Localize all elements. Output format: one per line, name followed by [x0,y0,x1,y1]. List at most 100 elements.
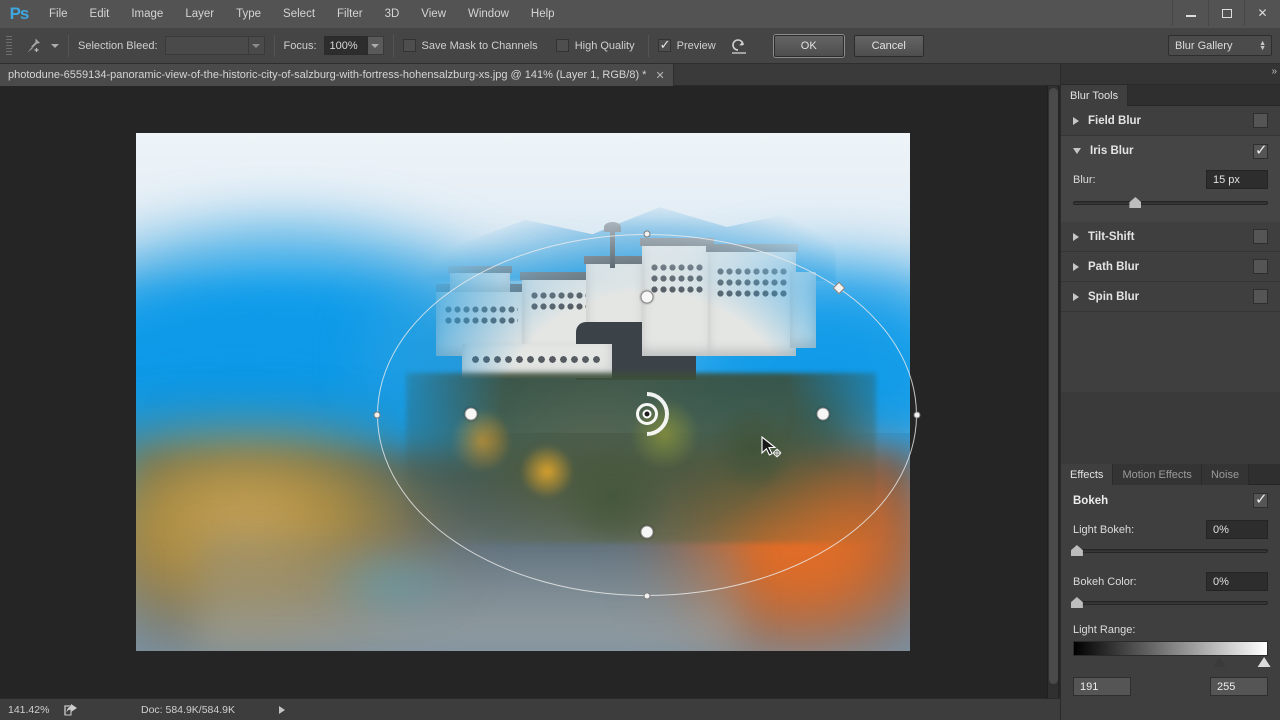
bokeh-color-label: Bokeh Color: [1073,575,1137,588]
cancel-button[interactable]: Cancel [853,34,924,57]
tab-motion-effects[interactable]: Motion Effects [1113,464,1202,485]
blur-tools-empty-space [1061,312,1280,392]
bokeh-label: Bokeh [1073,494,1109,507]
spin-blur-checkbox[interactable] [1253,289,1268,304]
path-blur-chevron-right-icon[interactable] [1073,262,1079,271]
dock-gap [1061,392,1280,464]
selection-bleed-input[interactable] [164,36,249,55]
document-tab[interactable]: photodune-6559134-panoramic-view-of-the-… [0,64,674,86]
preview-label: Preview [676,39,716,52]
focus-chevron-down-icon [371,43,380,48]
menu-view[interactable]: View [410,0,457,28]
iris-blur-checkbox[interactable] [1253,141,1268,160]
bokeh-checkbox[interactable] [1253,490,1268,509]
blur-tool-spin-blur[interactable]: Spin Blur [1061,282,1280,312]
selection-bleed-chevron-down-icon [252,43,260,48]
menu-layer[interactable]: Layer [174,0,225,28]
maximize-icon [1221,8,1232,18]
iris-blur-controls: Blur: 15 px [1061,166,1280,222]
document-tab-title: photodune-6559134-panoramic-view-of-the-… [8,69,647,81]
tilt-shift-label: Tilt-Shift [1088,230,1135,243]
field-blur-chevron-right-icon[interactable] [1073,116,1079,125]
blur-amount-slider[interactable] [1073,196,1268,210]
menu-select[interactable]: Select [272,0,326,28]
minimize-button[interactable] [1172,0,1208,26]
light-range-gradient[interactable] [1073,641,1268,656]
zoom-level[interactable]: 141.42% [8,704,64,716]
light-range-min-input[interactable]: 191 [1073,677,1131,696]
blur-tools-panel: Field Blur Iris Blur Blur: 15 px [1061,106,1280,392]
options-separator-4 [647,34,649,57]
blur-slider-thumb[interactable] [1129,197,1142,208]
bokeh-color-input[interactable]: 0% [1206,572,1268,591]
canvas-scrollbar-thumb[interactable] [1049,88,1058,684]
menu-edit[interactable]: Edit [79,0,121,28]
tab-effects[interactable]: Effects [1061,464,1114,485]
light-bokeh-input[interactable]: 0% [1206,520,1268,539]
blur-tool-iris-blur[interactable]: Iris Blur [1061,136,1280,166]
maximize-button[interactable] [1208,0,1244,26]
tool-preset-chevron-down-icon[interactable] [51,43,59,48]
save-mask-label: Save Mask to Channels [421,39,538,52]
menu-filter[interactable]: Filter [326,0,374,28]
save-mask-checkbox-box [402,39,416,52]
bokeh-color-slider-track [1073,601,1268,605]
menu-type[interactable]: Type [225,0,272,28]
menu-window[interactable]: Window [457,0,520,28]
light-bokeh-label: Light Bokeh: [1073,523,1135,536]
focus-input[interactable]: 100% [323,36,368,55]
light-bokeh-slider[interactable] [1070,544,1268,558]
light-bokeh-slider-thumb[interactable] [1070,545,1083,556]
light-range-max-input[interactable]: 255 [1210,677,1268,696]
blur-amount-label: Blur: [1073,173,1096,186]
high-quality-checkbox-box [555,39,569,52]
right-panel-dock: » Blur Tools Field Blur Iris Blur Blur: … [1060,64,1280,720]
preview-checkbox[interactable]: Preview [657,37,716,53]
effects-tabbar: Effects Motion Effects Noise [1061,464,1280,485]
photo-trees [406,373,876,543]
light-range-min-handle[interactable] [1212,657,1226,667]
share-icon[interactable] [64,703,79,716]
menu-help[interactable]: Help [520,0,566,28]
reset-button[interactable] [730,36,748,56]
close-button[interactable]: ✕ [1244,0,1280,26]
document-tab-close-icon[interactable]: ✕ [655,69,664,82]
tilt-shift-checkbox[interactable] [1253,229,1268,244]
high-quality-checkbox[interactable]: High Quality [555,39,635,52]
canvas-area[interactable] [0,86,1060,698]
blur-tool-tilt-shift[interactable]: Tilt-Shift [1061,222,1280,252]
save-mask-to-channels-checkbox[interactable]: Save Mask to Channels [402,39,538,52]
workspace-selector[interactable]: Blur Gallery ▲ ▼ [1168,35,1272,56]
dock-collapse-icon[interactable]: » [1271,66,1276,77]
path-blur-checkbox[interactable] [1253,259,1268,274]
tilt-shift-chevron-right-icon[interactable] [1073,232,1079,241]
ok-button[interactable]: OK [773,34,844,57]
tab-noise[interactable]: Noise [1201,464,1250,485]
options-separator-1 [68,34,69,57]
blur-tool-path-blur[interactable]: Path Blur [1061,252,1280,282]
focus-stepper[interactable] [367,36,384,55]
iris-blur-chevron-down-icon[interactable] [1073,148,1081,154]
image-canvas[interactable] [136,133,910,651]
spin-blur-chevron-right-icon[interactable] [1073,292,1079,301]
photoshop-window: Ps File Edit Image Layer Type Select Fil… [0,0,1280,720]
iris-outer-handle-right[interactable] [913,411,921,419]
menu-file[interactable]: File [38,0,79,28]
blur-amount-input[interactable]: 15 px [1206,170,1268,189]
options-bar-grip[interactable] [6,35,12,56]
status-menu-arrow-icon[interactable] [278,705,285,714]
menu-image[interactable]: Image [120,0,174,28]
tab-blur-tools[interactable]: Blur Tools [1061,85,1129,106]
light-range-max-handle[interactable] [1257,657,1271,667]
canvas-vertical-scrollbar[interactable] [1047,86,1058,698]
minimize-icon [1185,15,1196,17]
blur-tool-field-blur[interactable]: Field Blur [1061,106,1280,136]
blur-pin-tool-icon[interactable] [19,34,47,58]
menu-3d[interactable]: 3D [374,0,411,28]
selection-bleed-stepper[interactable] [248,36,265,55]
iris-blur-label: Iris Blur [1090,145,1134,157]
bokeh-color-slider-thumb[interactable] [1070,597,1083,608]
document-tab-strip: photodune-6559134-panoramic-view-of-the-… [0,64,1060,86]
bokeh-color-slider[interactable] [1070,596,1268,610]
field-blur-checkbox[interactable] [1253,113,1268,128]
